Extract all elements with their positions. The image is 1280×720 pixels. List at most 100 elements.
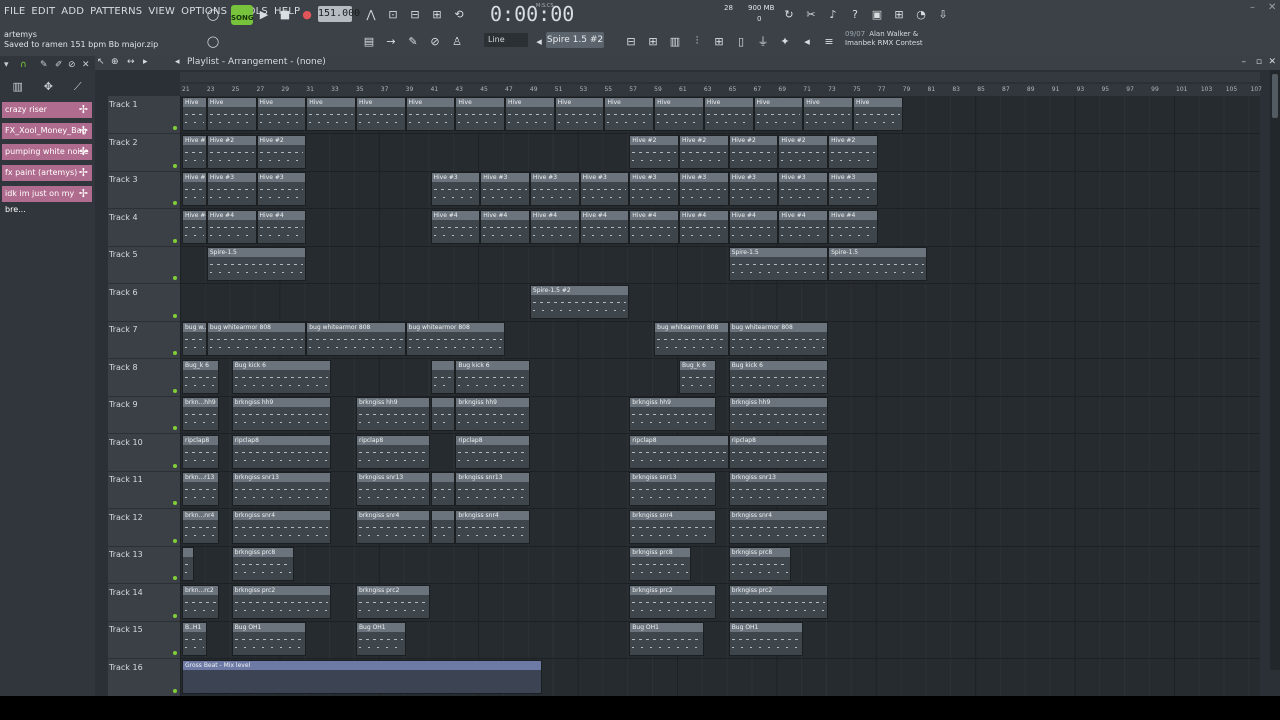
track-header[interactable]: Track 5 [108, 246, 180, 284]
pencil-icon[interactable]: ✎ [40, 60, 48, 72]
pattern-clip[interactable]: brkngiss snr4 [455, 509, 530, 544]
pattern-clip[interactable]: Bug_k 6 [182, 359, 220, 394]
pattern-clip[interactable]: brkngiss hh9 [355, 397, 431, 431]
window-min-icon[interactable]: – [1242, 57, 1247, 67]
playlist-title[interactable]: Playlist - Arrangement - (none) [187, 57, 326, 67]
mixer-icon[interactable]: ⊟ [622, 32, 640, 50]
pattern-clip[interactable]: brkngiss prc2 [629, 584, 717, 619]
pattern-clip[interactable]: brkn...r13 [182, 472, 220, 506]
select-icon[interactable]: ↖ [97, 57, 105, 67]
plugin-icon[interactable]: ⊞ [890, 5, 908, 23]
window-close-icon[interactable]: ✕ [1268, 57, 1276, 67]
magnet-icon[interactable]: ∩ [20, 60, 27, 72]
track-header[interactable]: Track 2 [108, 134, 180, 172]
pattern-clip[interactable]: bug w...r 808 [182, 322, 207, 356]
arrow-icon[interactable]: ▾ [4, 60, 9, 72]
wait-input-icon[interactable]: ⊡ [384, 5, 402, 23]
track-enable-led[interactable] [173, 238, 177, 243]
snap-selector[interactable]: Line [484, 33, 528, 47]
magic-icon[interactable]: ✦ [776, 32, 794, 50]
pattern-clip[interactable] [430, 397, 456, 431]
vertical-scrollbar[interactable] [1270, 70, 1280, 670]
minimize-icon[interactable]: – [1250, 2, 1255, 13]
pattern-clip[interactable]: Hive [355, 97, 406, 131]
track-lane[interactable]: bug w...r 808bug whitearmor 808bug white… [180, 321, 1260, 359]
pattern-clip[interactable]: brkngiss hh9 [629, 397, 717, 431]
track-lane[interactable]: brkn...r13 brkngiss snr13 brkngiss snr13 br… [180, 471, 1260, 509]
pattern-clip[interactable]: Hive [455, 97, 506, 131]
track-header[interactable]: Track 3 [108, 171, 180, 209]
browser-icon[interactable]: ⊞ [710, 32, 728, 50]
pattern-clip[interactable]: brkngiss prc8 [728, 547, 791, 581]
track-header[interactable]: Track 6 [108, 284, 180, 322]
play-clip-icon[interactable]: ▸ [143, 57, 148, 67]
pattern-clip[interactable]: Bug_k 6 [679, 359, 717, 394]
track-header[interactable]: Track 15 [108, 621, 180, 659]
track-lane[interactable]: Gross Beat - Mix level [180, 659, 1260, 697]
pattern-clip[interactable]: Hive #4 [629, 209, 679, 244]
brush-icon[interactable]: ✐ [55, 60, 63, 72]
pattern-clip[interactable]: Hive #4 [430, 209, 481, 244]
pattern-clip[interactable]: brkngiss snr4 [355, 509, 431, 544]
pattern-clip[interactable] [430, 472, 456, 506]
pattern-clip[interactable]: Hive #4 [728, 209, 779, 244]
scrollbar-thumb[interactable] [1272, 74, 1278, 118]
pattern-clip[interactable]: ripclap8 [629, 434, 729, 469]
link-icon[interactable]: ⊘ [426, 32, 444, 50]
pattern-clip[interactable]: brkngiss prc8 [629, 547, 692, 581]
pattern-clip[interactable]: Hive #4 [679, 209, 729, 244]
pattern-clip[interactable]: Hive #3 [629, 172, 679, 206]
cut-icon[interactable]: ✂ [802, 5, 820, 23]
pattern-clip[interactable]: Hive #4 [579, 209, 630, 244]
zoom-icon[interactable]: ⊕ [111, 57, 119, 67]
grid-icon[interactable]: ▥ [12, 80, 22, 96]
pattern-clip[interactable]: brkngiss prc2 [355, 584, 431, 619]
song-overview[interactable] [180, 72, 1260, 82]
track-header[interactable]: Track 10 [108, 434, 180, 472]
pattern-clip[interactable]: brkn...hh9 [182, 397, 220, 431]
metronome-icon[interactable]: ⋀ [362, 5, 380, 23]
menu-edit[interactable]: EDIT [31, 6, 55, 17]
pattern-clip[interactable]: bug whitearmor 808 [206, 322, 307, 356]
save-icon[interactable]: ▣ [868, 5, 886, 23]
pattern-clip[interactable]: brkngiss snr13 [355, 472, 431, 506]
track-lane[interactable]: brkn...nr4 brkngiss snr4 brkngiss snr4 brkn… [180, 509, 1260, 547]
track-enable-led[interactable] [173, 426, 177, 430]
delete-icon[interactable]: ⊘ [68, 60, 76, 72]
menu-file[interactable]: FILE [4, 6, 25, 17]
pattern-clip[interactable]: brkngiss prc2 [231, 584, 332, 619]
pattern-clip[interactable]: Hive #3 [679, 172, 729, 206]
track-enable-led[interactable] [173, 613, 177, 618]
channel-item[interactable]: fx paint (artemys) ✢ [2, 165, 92, 181]
automation-clip[interactable]: Gross Beat - Mix level [182, 659, 543, 694]
track-header[interactable]: Track 16 [108, 659, 180, 697]
track-header[interactable]: Track 11 [108, 471, 180, 509]
pattern-clip[interactable]: Hive #4 [182, 209, 207, 244]
pattern-clip[interactable]: bug whitearmor 808 [405, 322, 506, 356]
chat-icon[interactable]: ◔ [912, 5, 930, 23]
pattern-clip[interactable]: Hive #2 [629, 134, 679, 169]
pattern-clip[interactable]: Hive #2 [778, 134, 829, 169]
pattern-clip[interactable]: brkngiss snr4 [629, 509, 717, 544]
file-icon[interactable]: ▯ [732, 32, 750, 50]
track-lane[interactable]: brkn...rc2 brkngiss prc2 brkngiss prc2 brkn… [180, 584, 1260, 622]
pattern-clip[interactable]: ripclap8 [728, 434, 829, 469]
track-header[interactable]: Track 4 [108, 209, 180, 247]
track-header[interactable]: Track 8 [108, 359, 180, 397]
pattern-clip[interactable] [430, 509, 456, 544]
pattern-clip[interactable]: Hive [554, 97, 605, 131]
mic-icon[interactable]: ♪ [824, 5, 842, 23]
pattern-clip[interactable]: Hive [604, 97, 655, 131]
help-icon[interactable]: ? [846, 5, 864, 23]
pattern-clip[interactable]: Hive #4 [256, 209, 307, 244]
menu-add[interactable]: ADD [61, 6, 84, 17]
pattern-clip[interactable]: Bug OH1 [231, 622, 307, 656]
download-icon[interactable]: ⇩ [934, 5, 952, 23]
pitch-knob-icon[interactable]: ◯ [204, 5, 222, 23]
pattern-clip[interactable]: Hive #3 [182, 172, 207, 206]
pattern-clip[interactable]: Hive #3 [579, 172, 630, 206]
sliders-icon[interactable]: ⫶ [688, 32, 706, 50]
track-header[interactable]: Track 7 [108, 321, 180, 359]
pattern-clip[interactable]: Hive [703, 97, 754, 131]
track-enable-led[interactable] [173, 313, 177, 318]
